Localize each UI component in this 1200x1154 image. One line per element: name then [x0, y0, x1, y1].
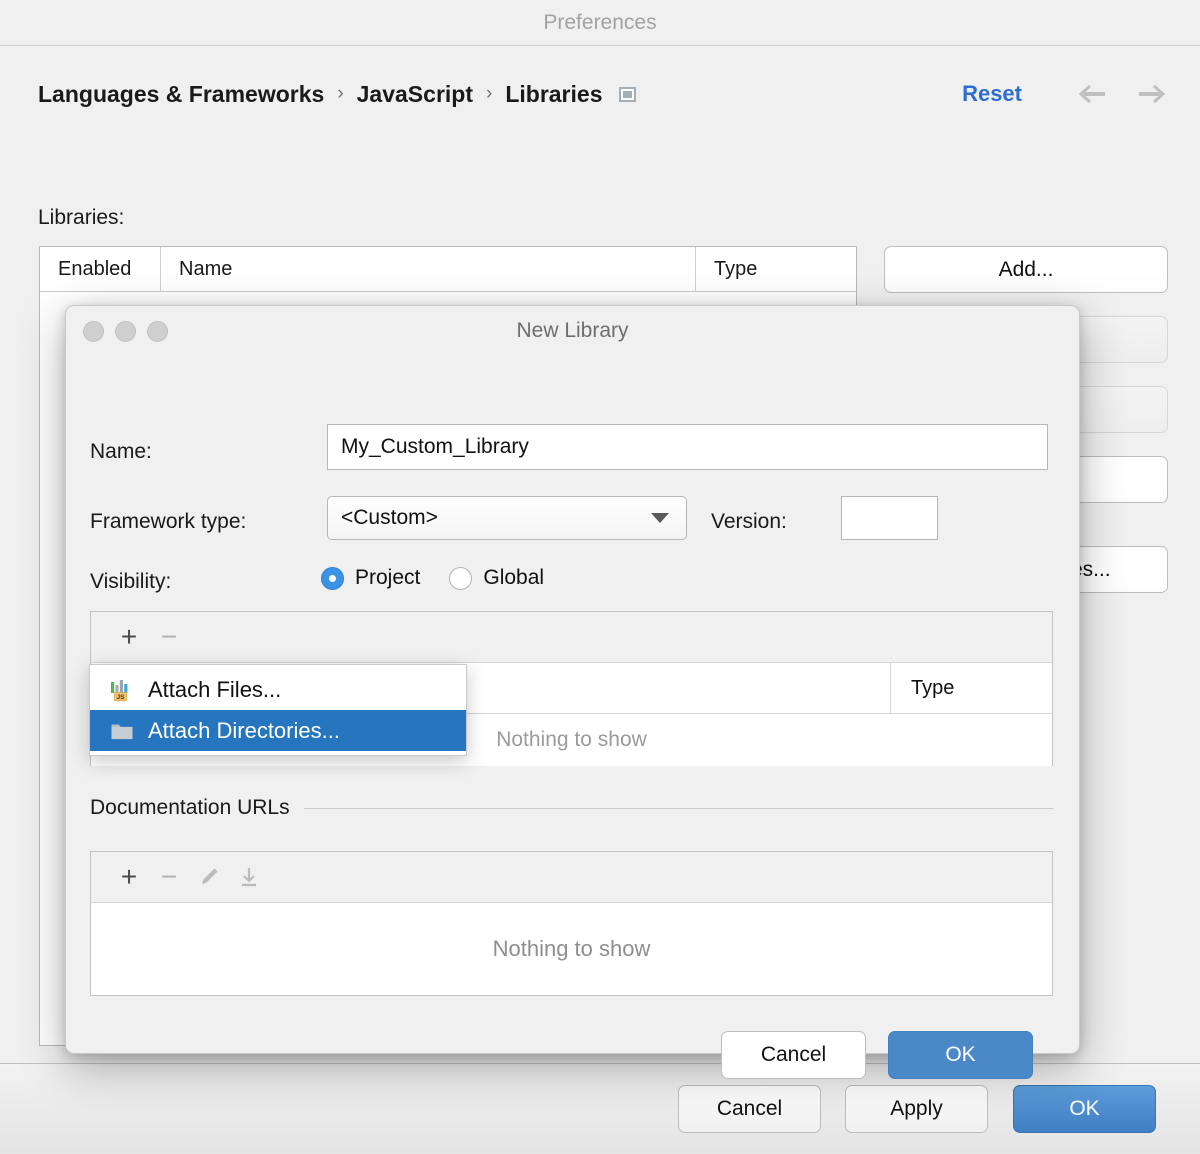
radio-project[interactable]: Project: [321, 566, 420, 590]
window-title: Preferences: [543, 11, 656, 35]
documentation-empty-text: Nothing to show: [91, 903, 1052, 995]
column-header-enabled[interactable]: Enabled: [40, 247, 161, 291]
folder-icon: [109, 718, 135, 744]
new-library-dialog: New Library Name: My_Custom_Library Fram…: [65, 305, 1080, 1054]
panel-icon[interactable]: [619, 87, 636, 102]
column-header-type[interactable]: Type: [696, 247, 855, 291]
window-titlebar: Preferences: [0, 0, 1200, 46]
menu-item-attach-files-label: Attach Files...: [148, 677, 281, 703]
libraries-label: Libraries:: [38, 206, 124, 230]
documentation-title: Documentation URLs: [90, 796, 304, 820]
breadcrumb-item-javascript[interactable]: JavaScript: [357, 81, 473, 108]
minus-icon: −: [149, 620, 189, 654]
pencil-icon: [189, 860, 229, 894]
radio-global-label: Global: [483, 566, 544, 590]
cancel-button[interactable]: Cancel: [678, 1085, 821, 1133]
download-icon: [229, 860, 269, 894]
visibility-label: Visibility:: [90, 570, 171, 594]
dialog-ok-button[interactable]: OK: [888, 1031, 1033, 1079]
breadcrumb-item-languages-frameworks[interactable]: Languages & Frameworks: [38, 81, 324, 108]
documentation-toolbar: + −: [91, 852, 1052, 903]
minimize-icon[interactable]: [115, 321, 136, 342]
menu-item-attach-directories-label: Attach Directories...: [148, 718, 340, 744]
arrow-left-icon[interactable]: [1076, 79, 1112, 109]
menu-item-attach-files[interactable]: JS Attach Files...: [90, 669, 466, 710]
files-toolbar: + −: [91, 612, 1052, 663]
minus-icon: −: [149, 860, 189, 894]
breadcrumb-separator-icon: ›: [486, 83, 492, 105]
version-label: Version:: [711, 510, 787, 534]
dialog-cancel-button[interactable]: Cancel: [721, 1031, 866, 1079]
breadcrumb-separator-icon: ›: [337, 83, 343, 105]
plus-icon[interactable]: +: [109, 860, 149, 894]
apply-button[interactable]: Apply: [845, 1085, 988, 1133]
radio-global-indicator: [449, 567, 472, 590]
radio-global[interactable]: Global: [449, 566, 544, 590]
plus-icon[interactable]: +: [109, 620, 149, 654]
name-label: Name:: [90, 440, 152, 464]
framework-type-select[interactable]: <Custom>: [327, 496, 687, 540]
dialog-titlebar: New Library: [66, 306, 1079, 356]
documentation-divider: [304, 808, 1053, 809]
dialog-title: New Library: [516, 319, 628, 343]
traffic-lights: [83, 321, 168, 342]
version-input[interactable]: [841, 496, 938, 540]
column-header-name[interactable]: Name: [161, 247, 696, 291]
menu-item-attach-directories[interactable]: Attach Directories...: [90, 710, 466, 751]
chevron-down-icon: [651, 513, 669, 523]
table-header-row: Enabled Name Type: [40, 247, 856, 292]
close-icon[interactable]: [83, 321, 104, 342]
breadcrumb: Languages & Frameworks › JavaScript › Li…: [38, 74, 1168, 114]
documentation-section-header: Documentation URLs: [90, 796, 1053, 820]
attach-context-menu: JS Attach Files... Attach Directories...: [89, 664, 467, 756]
ok-button[interactable]: OK: [1013, 1085, 1156, 1133]
breadcrumb-item-libraries[interactable]: Libraries: [505, 81, 602, 108]
radio-project-indicator: [321, 567, 344, 590]
name-input[interactable]: My_Custom_Library: [327, 424, 1048, 470]
framework-type-label: Framework type:: [90, 510, 246, 534]
framework-type-value: <Custom>: [328, 506, 651, 530]
visibility-radio-group: Project Global: [321, 566, 573, 590]
zoom-icon[interactable]: [147, 321, 168, 342]
documentation-panel: + − Nothing to show: [90, 851, 1053, 996]
svg-text:JS: JS: [116, 694, 125, 701]
js-file-icon: JS: [109, 677, 135, 703]
reset-button[interactable]: Reset: [962, 81, 1022, 107]
radio-project-label: Project: [355, 566, 420, 590]
add-button[interactable]: Add...: [884, 246, 1168, 293]
navigation-arrows: [1056, 79, 1168, 109]
arrow-right-icon[interactable]: [1132, 79, 1168, 109]
files-column-header-type[interactable]: Type: [891, 663, 1052, 713]
